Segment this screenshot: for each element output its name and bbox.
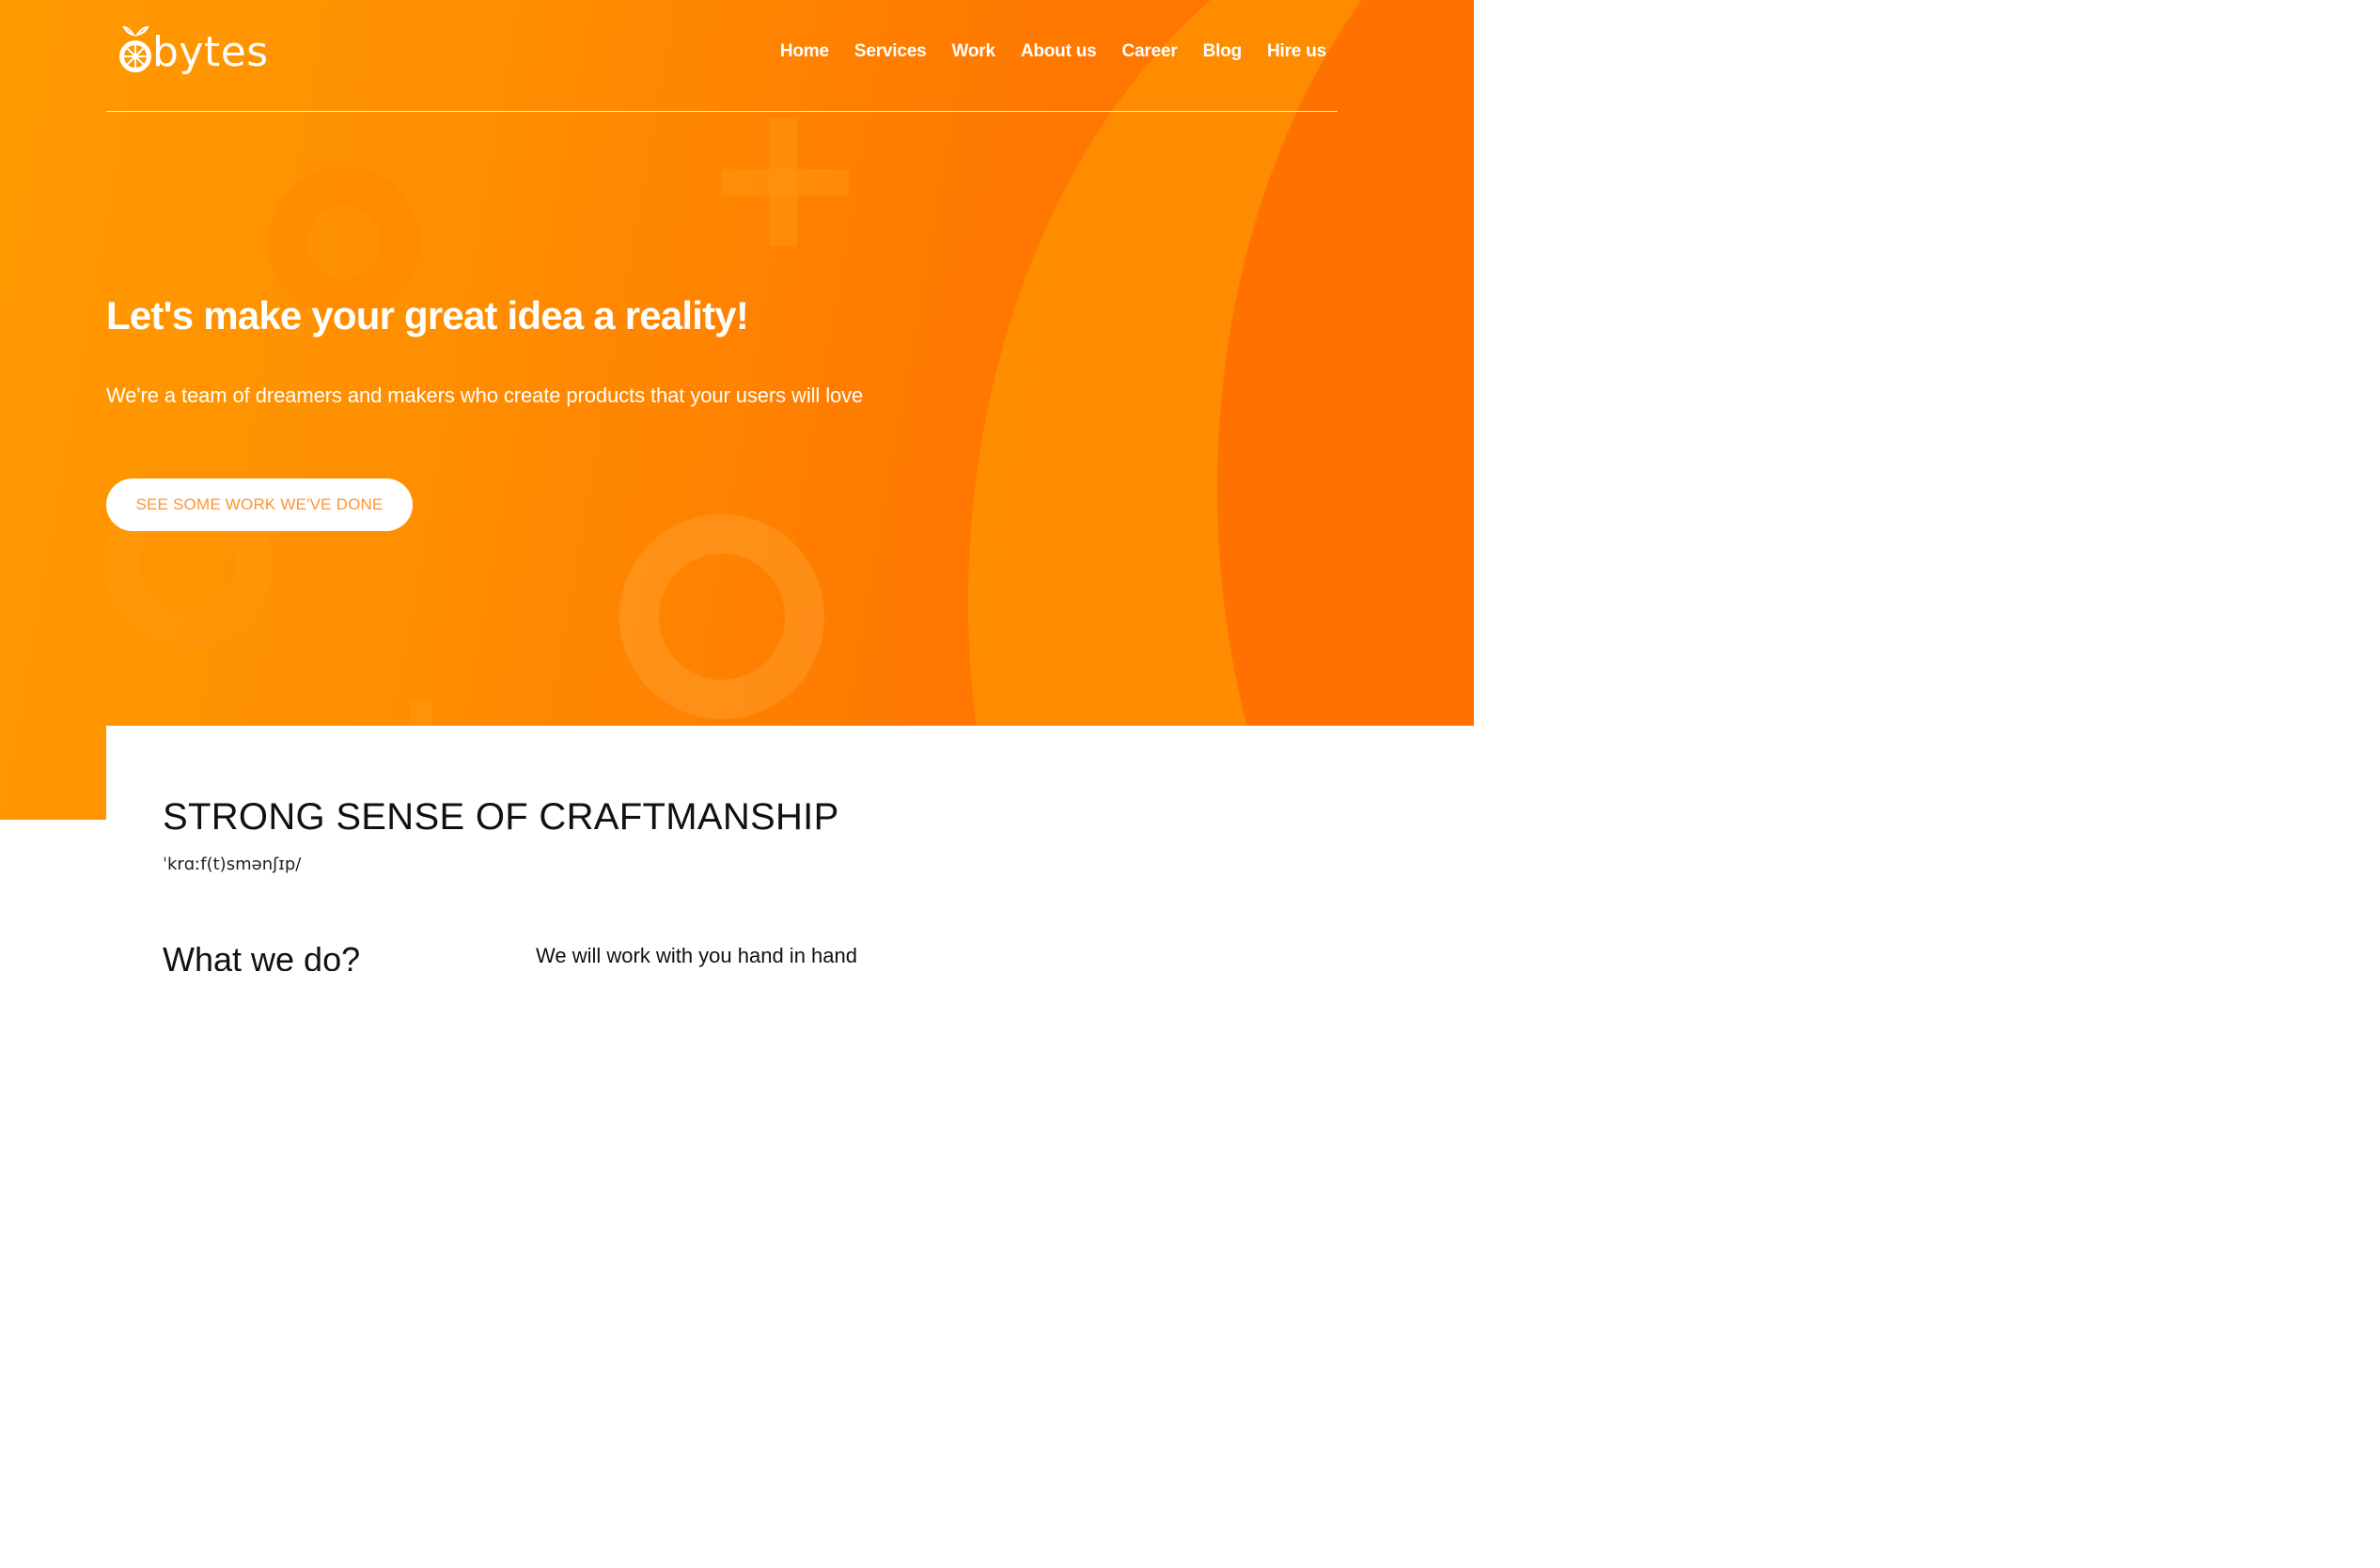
nav-home[interactable]: Home [780, 41, 829, 62]
nav-hire-us[interactable]: Hire us [1267, 41, 1326, 62]
hero-subtitle: We're a team of dreamers and makers who … [106, 384, 864, 407]
section-title: STRONG SENSE OF CRAFTMANSHIP [163, 796, 839, 838]
site-header: bytes Home Services Work About us Career… [106, 0, 1338, 113]
main-nav: Home Services Work About us Career Blog … [780, 41, 1326, 62]
phonetic-text: ˈkrɑːf(t)smənʃɪp/ [163, 855, 302, 874]
hero-background-decor [104, 0, 1474, 820]
ring-decor-icon [619, 514, 824, 719]
logo[interactable]: bytes [117, 17, 276, 83]
hero-title: Let's make your great idea a reality! [106, 293, 749, 337]
hero-section: bytes Home Services Work About us Career… [0, 0, 1474, 820]
see-work-button[interactable]: SEE SOME WORK WE'VE DONE [106, 478, 413, 531]
nav-blog[interactable]: Blog [1203, 41, 1243, 62]
page: bytes Home Services Work About us Career… [0, 0, 1474, 971]
nav-about-us[interactable]: About us [1021, 41, 1097, 62]
nav-career[interactable]: Career [1122, 41, 1178, 62]
what-we-do-title: What we do? [163, 940, 361, 971]
logo-text: bytes [152, 28, 269, 76]
orange-slice-icon [119, 25, 151, 72]
nav-work[interactable]: Work [951, 41, 995, 62]
ring-decor-icon [268, 166, 420, 319]
craftmanship-section: STRONG SENSE OF CRAFTMANSHIP ˈkrɑːf(t)sm… [106, 726, 1474, 971]
nav-services[interactable]: Services [854, 41, 927, 62]
header-divider [106, 111, 1338, 112]
what-we-do-text: We will work with you hand in hand [536, 944, 857, 967]
plus-decor-icon [721, 169, 849, 196]
